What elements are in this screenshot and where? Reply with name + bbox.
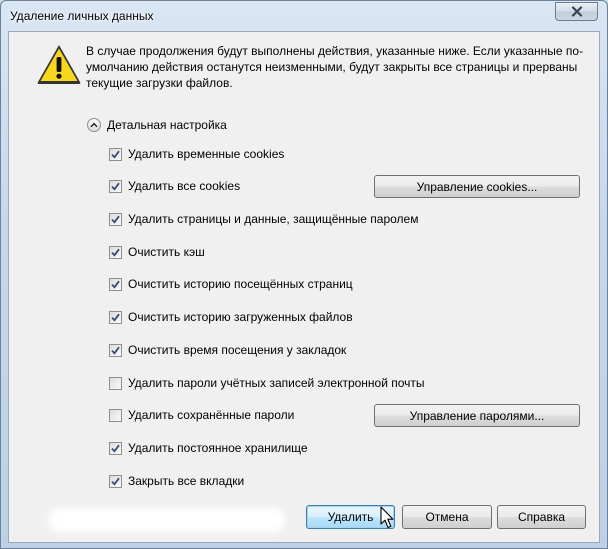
option-label[interactable]: Очистить историю посещённых страниц: [128, 277, 353, 291]
warning-icon: [37, 45, 81, 84]
redacted-area: [49, 508, 285, 532]
checkbox[interactable]: [109, 277, 122, 291]
checkbox[interactable]: [109, 179, 122, 193]
option-clear-bookmark-visit-time[interactable]: Очистить время посещения у закладок: [109, 342, 346, 358]
cancel-button[interactable]: Отмена: [402, 505, 492, 529]
detail-settings-toggle[interactable]: Детальная настройка: [87, 118, 227, 132]
checkbox[interactable]: [109, 310, 122, 324]
option-clear-visited-history[interactable]: Очистить историю посещённых страниц: [109, 276, 353, 292]
message-line: умолчанию действия останутся неизменными…: [86, 60, 578, 74]
dialog-client-area: В случае продолжения будут выполнены дей…: [8, 31, 600, 543]
option-close-all-tabs[interactable]: Закрыть все вкладки: [109, 473, 244, 489]
option-delete-saved-passwords[interactable]: Удалить сохранённые пароли: [109, 407, 294, 423]
checkmark-icon: [111, 477, 120, 486]
checkmark-icon: [111, 150, 120, 159]
close-button[interactable]: [555, 2, 598, 21]
option-clear-download-history[interactable]: Очистить историю загруженных файлов: [109, 309, 353, 325]
checkbox[interactable]: [109, 408, 122, 422]
mouse-pointer-icon: [380, 506, 394, 529]
option-label[interactable]: Очистить кэш: [128, 245, 205, 259]
checkmark-icon: [111, 313, 120, 322]
option-label[interactable]: Очистить время посещения у закладок: [128, 343, 346, 357]
checkbox[interactable]: [109, 212, 122, 226]
option-delete-mail-passwords[interactable]: Удалить пароли учётных записей электронн…: [109, 375, 425, 391]
title-bar[interactable]: Удаление личных данных: [1, 1, 607, 31]
option-delete-persistent-storage[interactable]: Удалить постоянное хранилище: [109, 440, 308, 456]
message-line: В случае продолжения будут выполнены дей…: [86, 44, 584, 58]
checkbox[interactable]: [109, 245, 122, 259]
close-icon: [571, 6, 582, 17]
help-button[interactable]: Справка: [497, 505, 586, 529]
checkbox[interactable]: [109, 474, 122, 488]
checkbox[interactable]: [109, 376, 122, 390]
checkmark-icon: [111, 248, 120, 257]
option-delete-temp-cookies[interactable]: Удалить временные cookies: [109, 146, 284, 162]
checkmark-icon: [111, 215, 120, 224]
detail-settings-label[interactable]: Детальная настройка: [107, 118, 227, 132]
option-delete-password-protected[interactable]: Удалить страницы и данные, защищённые па…: [109, 211, 418, 227]
checkmark-icon: [111, 444, 120, 453]
option-label[interactable]: Удалить пароли учётных записей электронн…: [128, 376, 425, 390]
option-label[interactable]: Удалить временные cookies: [128, 147, 284, 161]
dialog-window: Удаление личных данных В случае продолже…: [0, 0, 608, 549]
checkmark-icon: [111, 346, 120, 355]
window-title: Удаление личных данных: [10, 9, 154, 23]
checkmark-icon: [111, 182, 120, 191]
checkbox[interactable]: [109, 343, 122, 357]
option-delete-all-cookies[interactable]: Удалить все cookies: [109, 178, 240, 194]
warning-message: В случае продолжения будут выполнены дей…: [86, 43, 586, 91]
option-label[interactable]: Удалить постоянное хранилище: [128, 441, 308, 455]
message-line: текущие загрузки файлов.: [86, 76, 233, 90]
manage-cookies-button[interactable]: Управление cookies...: [374, 175, 580, 198]
checkbox[interactable]: [109, 147, 122, 161]
option-label[interactable]: Удалить все cookies: [128, 179, 240, 193]
option-clear-cache[interactable]: Очистить кэш: [109, 244, 205, 260]
option-label[interactable]: Удалить страницы и данные, защищённые па…: [128, 212, 418, 226]
manage-passwords-button[interactable]: Управление паролями...: [374, 404, 580, 427]
option-label[interactable]: Закрыть все вкладки: [128, 474, 244, 488]
checkbox[interactable]: [109, 441, 122, 455]
option-label[interactable]: Удалить сохранённые пароли: [128, 408, 294, 422]
checkmark-icon: [111, 280, 120, 289]
option-label[interactable]: Очистить историю загруженных файлов: [128, 310, 353, 324]
chevron-up-icon[interactable]: [87, 118, 101, 132]
